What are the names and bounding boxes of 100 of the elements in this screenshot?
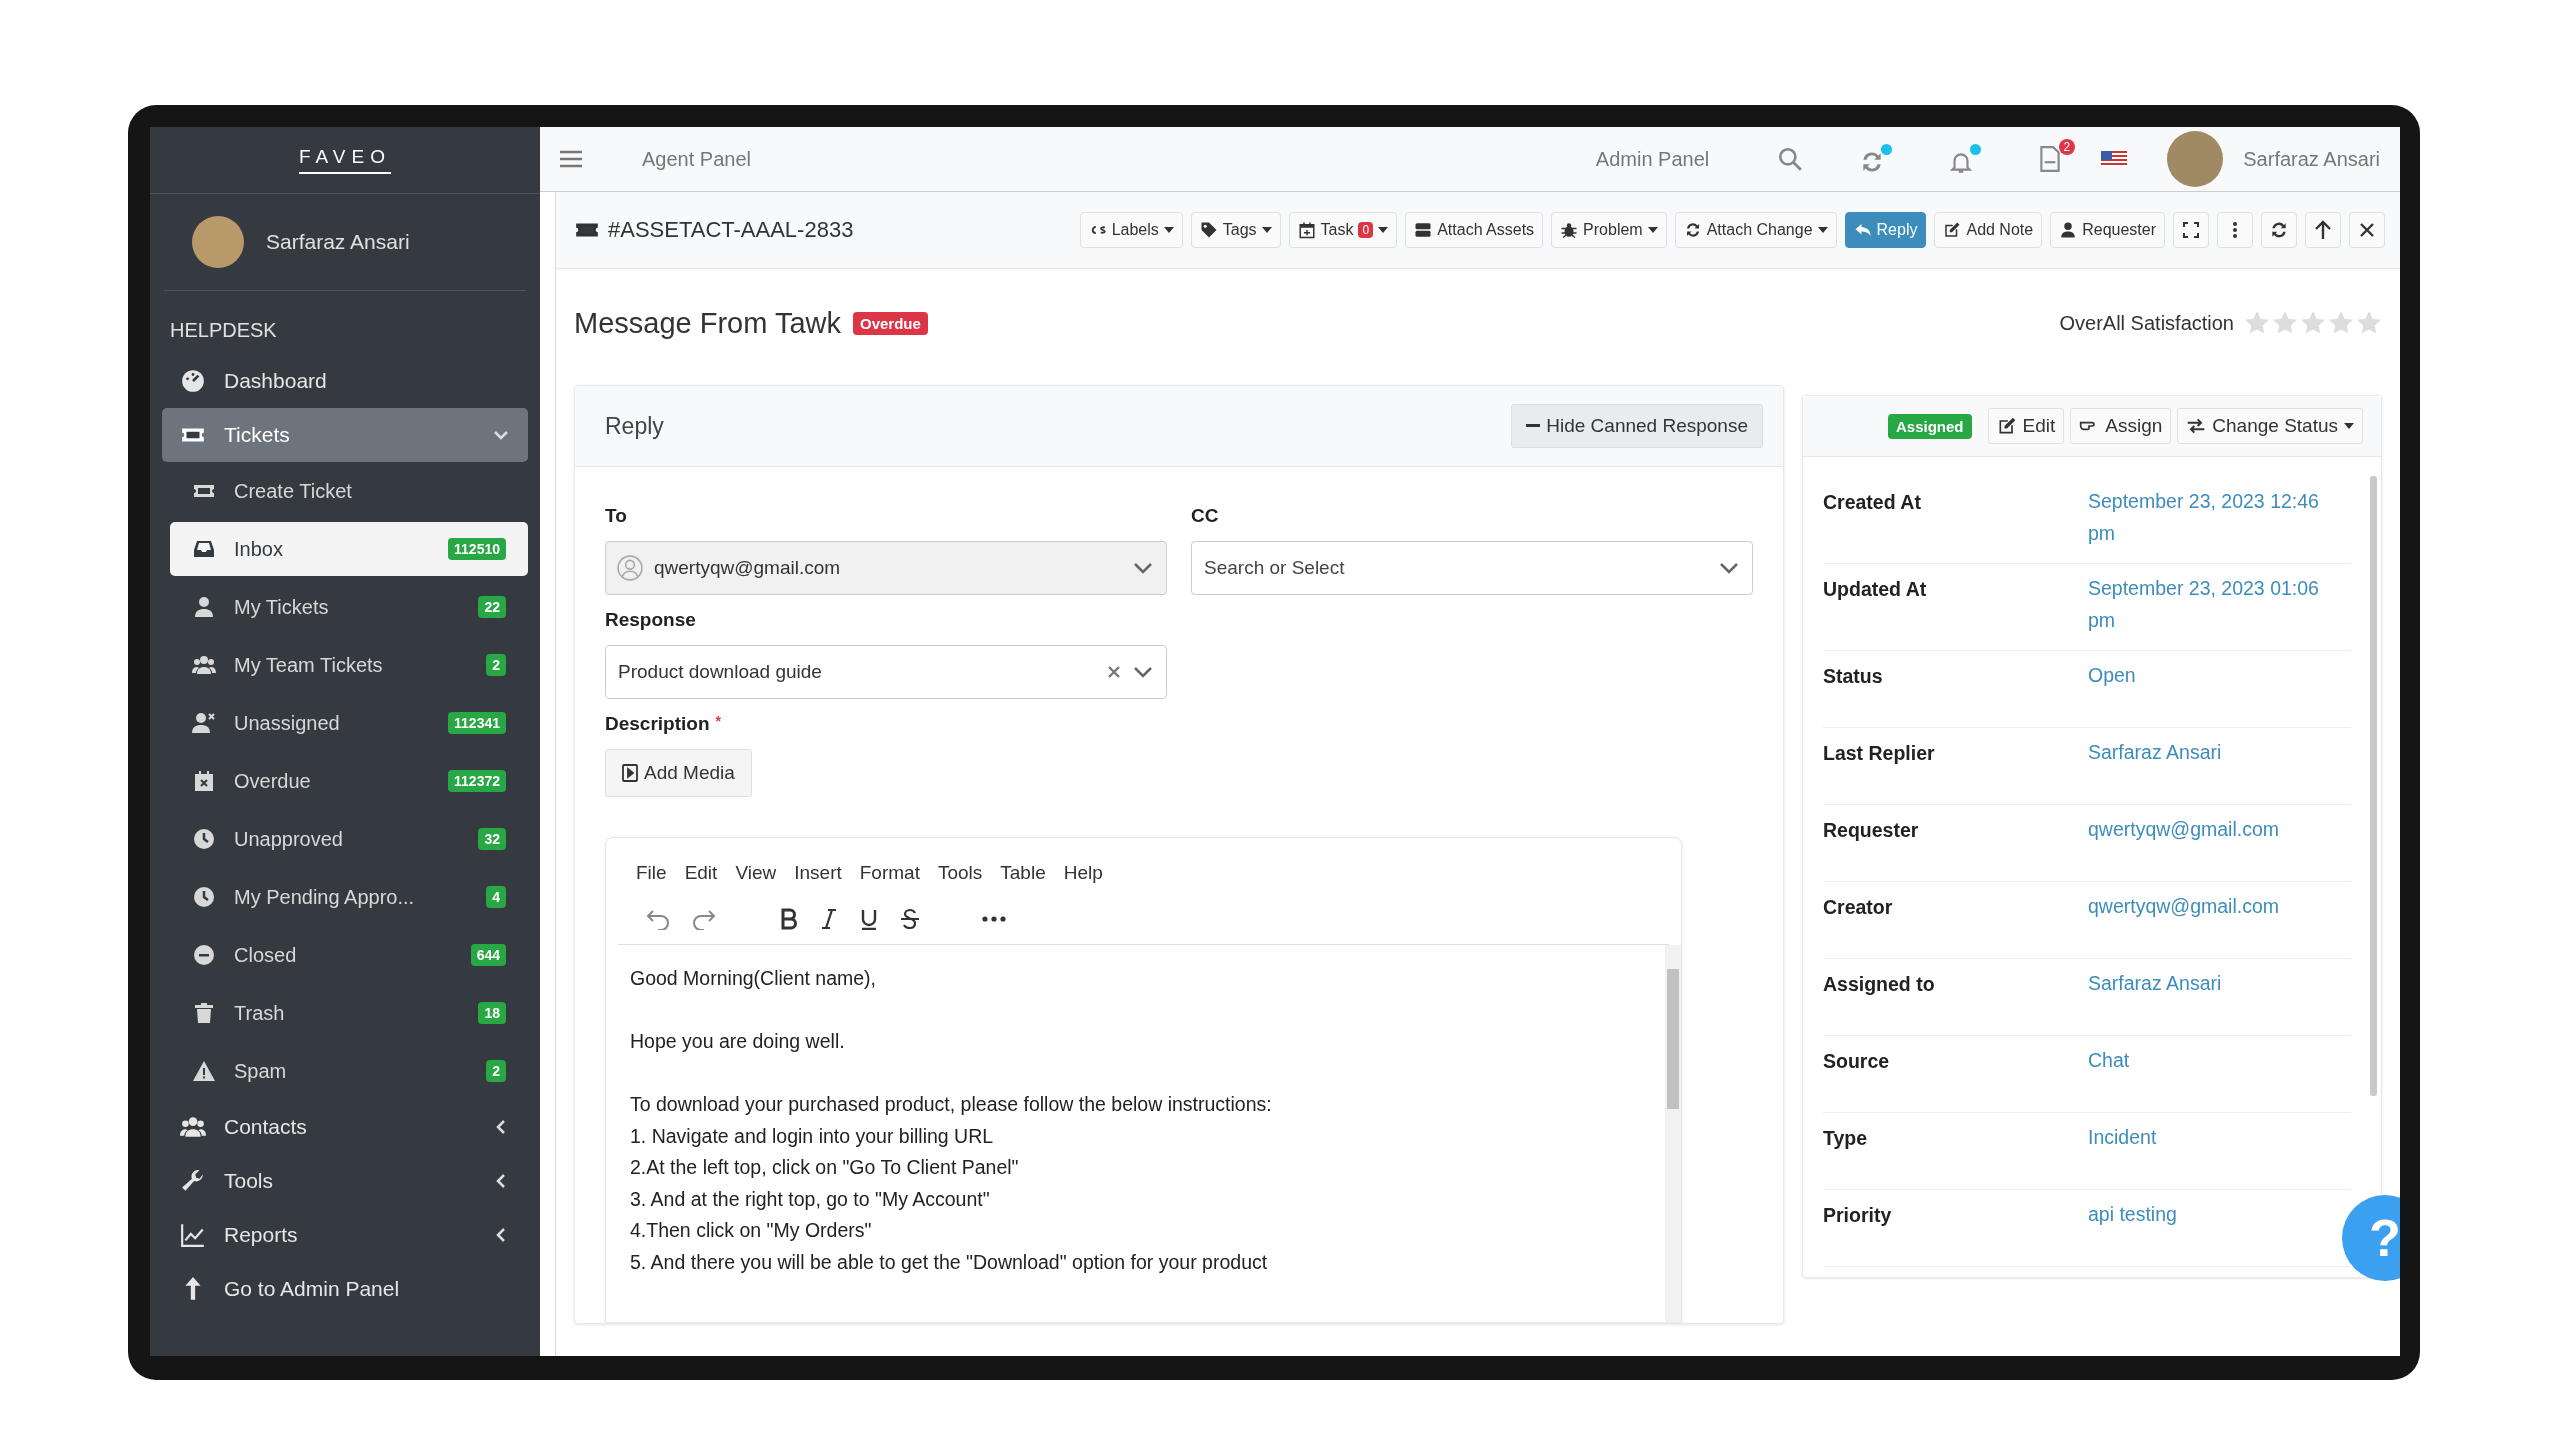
clear-icon[interactable] bbox=[1107, 665, 1121, 680]
detail-value[interactable]: Sarfaraz Ansari bbox=[2088, 967, 2222, 1000]
body-text-line: 2.At the left top, click on "Go To Client Panel" bbox=[630, 1155, 1020, 1181]
detail-value[interactable]: Sarfaraz Ansari bbox=[2088, 736, 2222, 769]
card-title: Reply bbox=[605, 412, 664, 440]
toolbar-button[interactable]: Requester bbox=[2050, 212, 2165, 248]
refresh-button[interactable] bbox=[2261, 212, 2297, 248]
menu-item[interactable]: File bbox=[630, 858, 673, 889]
toolbar-button[interactable]: Attach Change bbox=[1674, 212, 1837, 248]
edit-icon bbox=[1943, 221, 1962, 239]
nav-item[interactable]: Unapproved 32 bbox=[170, 812, 528, 866]
flag-icon[interactable] bbox=[2101, 151, 2128, 167]
count-badge: 2 bbox=[486, 1060, 506, 1082]
strikethrough-icon[interactable] bbox=[900, 908, 920, 931]
bug-icon bbox=[1560, 221, 1579, 239]
fullscreen-button[interactable] bbox=[2173, 212, 2209, 248]
nav-item[interactable]: Overdue 112372 bbox=[170, 754, 528, 808]
count-badge: 112510 bbox=[448, 538, 506, 560]
toolbar-button[interactable]: Attach Assets bbox=[1405, 212, 1544, 248]
redo-icon[interactable] bbox=[692, 908, 716, 931]
caret-icon bbox=[1261, 227, 1272, 233]
chevron-down-icon bbox=[1133, 666, 1153, 679]
nav-item[interactable]: Dashboard bbox=[162, 354, 528, 408]
detail-label: Created At bbox=[1823, 491, 1922, 515]
toolbar-button[interactable]: Add Note bbox=[1934, 212, 2043, 248]
scrollbar[interactable] bbox=[1665, 945, 1681, 1322]
detail-value[interactable]: September 23, 2023 01:06 pm bbox=[2088, 572, 2351, 637]
add-media-button[interactable]: Add Media bbox=[605, 749, 752, 798]
nav-item[interactable]: Create Ticket bbox=[170, 464, 528, 518]
detail-label: Source bbox=[1823, 1050, 1891, 1074]
menu-item[interactable]: Edit bbox=[678, 858, 724, 889]
user-name[interactable]: Sarfaraz Ansari bbox=[2243, 147, 2380, 171]
field-label: Description bbox=[605, 713, 710, 735]
detail-value[interactable]: api testing bbox=[2088, 1198, 2177, 1231]
detail-value[interactable]: Chat bbox=[2088, 1044, 2130, 1077]
toolbar-button[interactable]: Reply bbox=[1844, 212, 1927, 248]
nav-item[interactable]: Closed 644 bbox=[170, 928, 528, 982]
nav-item[interactable]: My Pending Appro... 4 bbox=[170, 870, 528, 924]
panel-title: Agent Panel bbox=[642, 147, 752, 171]
response-field[interactable]: Product download guide bbox=[605, 645, 1167, 700]
menu-item[interactable]: Format bbox=[853, 858, 926, 889]
undo-icon[interactable] bbox=[646, 908, 670, 931]
scroll-up-button[interactable] bbox=[2305, 212, 2341, 248]
nav-item[interactable]: Trash 18 bbox=[170, 986, 528, 1040]
cc-field[interactable]: Search or Select bbox=[1191, 541, 1753, 596]
notification-badge: 2 bbox=[2058, 139, 2076, 155]
nav-item[interactable]: Inbox 112510 bbox=[170, 522, 528, 576]
nav-item[interactable]: Go to Admin Panel bbox=[162, 1262, 528, 1316]
to-field[interactable]: qwertyqw@gmail.com bbox=[605, 541, 1167, 596]
nav-item[interactable]: Tools bbox=[162, 1154, 528, 1208]
nav-item[interactable]: Spam 2 bbox=[170, 1044, 528, 1098]
toolbar-button[interactable]: Problem bbox=[1551, 212, 1667, 248]
toolbar-button[interactable]: Tags bbox=[1190, 212, 1281, 248]
person-icon bbox=[192, 595, 216, 619]
panel-button[interactable]: Assign bbox=[2070, 408, 2172, 445]
star-rating[interactable] bbox=[2244, 310, 2382, 336]
bold-icon[interactable] bbox=[780, 908, 798, 931]
menu-item[interactable]: View bbox=[729, 858, 783, 889]
menu-item[interactable]: Help bbox=[1057, 858, 1109, 889]
panel-button[interactable]: Edit bbox=[1987, 408, 2065, 445]
panel-button[interactable]: Change Status bbox=[2177, 408, 2363, 445]
menu-item[interactable]: Table bbox=[994, 858, 1052, 889]
detail-value[interactable]: Incident bbox=[2088, 1121, 2157, 1154]
star-icon bbox=[2328, 310, 2354, 336]
search-icon bbox=[1777, 146, 1804, 172]
nav-item[interactable]: Tickets bbox=[162, 408, 528, 462]
hide-canned-response-button[interactable]: Hide Canned Response bbox=[1511, 404, 1763, 449]
count-badge: 4 bbox=[486, 886, 506, 908]
detail-label: Creator bbox=[1823, 896, 1894, 920]
toolbar-button[interactable]: Task 0 bbox=[1288, 212, 1398, 248]
menu-icon[interactable] bbox=[560, 150, 582, 168]
menu-item[interactable]: Insert bbox=[788, 858, 848, 889]
admin-panel-link[interactable]: Admin Panel bbox=[1595, 147, 1710, 171]
count-badge: 22 bbox=[478, 596, 506, 618]
nav-item[interactable]: Unassigned 112341 bbox=[170, 696, 528, 750]
italic-icon[interactable] bbox=[820, 908, 838, 931]
detail-value[interactable]: qwertyqw@gmail.com bbox=[2088, 890, 2279, 923]
trash-icon bbox=[192, 1001, 216, 1025]
close-button[interactable] bbox=[2349, 212, 2385, 248]
detail-value[interactable]: September 23, 2023 12:46 pm bbox=[2088, 485, 2351, 550]
person-x-icon bbox=[192, 711, 216, 735]
nav-item[interactable]: Contacts bbox=[162, 1100, 528, 1154]
calendar-plus-icon bbox=[1297, 221, 1316, 239]
clock-icon bbox=[192, 885, 216, 909]
detail-value[interactable]: Open bbox=[2088, 659, 2136, 692]
more-button[interactable] bbox=[2217, 212, 2253, 248]
more-icon[interactable] bbox=[982, 916, 1006, 923]
menu-item[interactable]: Tools bbox=[931, 858, 989, 889]
detail-value[interactable]: qwertyqw@gmail.com bbox=[2088, 813, 2279, 846]
count-badge: 32 bbox=[478, 828, 506, 850]
logo: FAVEO bbox=[299, 146, 391, 174]
underline-icon[interactable] bbox=[860, 908, 878, 931]
nav-item[interactable]: Reports bbox=[162, 1208, 528, 1262]
minus-circle-icon bbox=[192, 943, 216, 967]
bell-icon[interactable] bbox=[1948, 143, 1982, 175]
toolbar-button[interactable]: Labels bbox=[1079, 212, 1183, 248]
nav-item[interactable]: My Team Tickets 2 bbox=[170, 638, 528, 692]
scrollbar[interactable] bbox=[2370, 476, 2377, 1097]
nav-item[interactable]: My Tickets 22 bbox=[170, 580, 528, 634]
body-text-line: To download your purchased product, please follow the below instructions: bbox=[630, 1092, 1273, 1118]
